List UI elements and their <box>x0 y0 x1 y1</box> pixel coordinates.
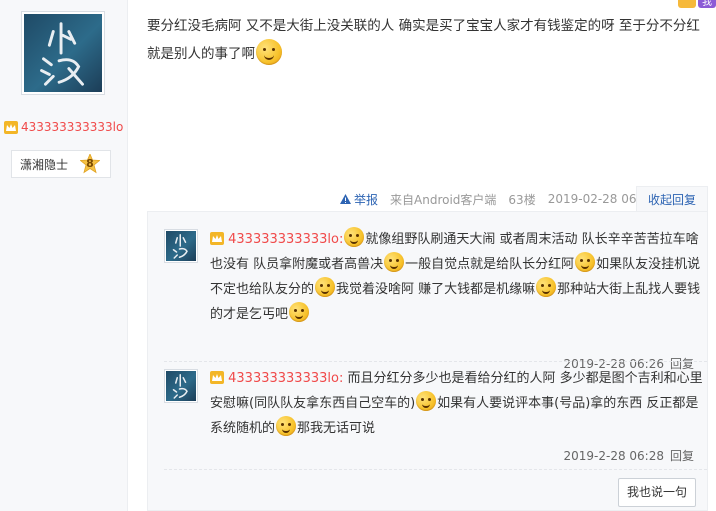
vip-crown-icon <box>210 232 224 245</box>
glasses-emoji-icon <box>575 252 596 272</box>
reply-content: 433333333333lo: 就像组野队刷通天大闹 或者周末活动 队长辛辛苦苦拉… <box>210 227 710 327</box>
top-right-badges: 我 <box>674 0 716 10</box>
post-content: 要分红没毛病阿 又不是大街上没关联的人 确实是买了宝宝人家才有钱鉴定的呀 至于分… <box>147 14 712 67</box>
author-sidebar: 433333333333lo 潇湘隐士 8 <box>0 0 128 511</box>
post-text: 要分红没毛病阿 又不是大街上没关联的人 确实是买了宝宝人家才有钱鉴定的呀 至于分… <box>147 18 700 62</box>
reply-thread: 433333333333lo: 就像组野队刷通天大闹 或者周末活动 队长辛辛苦苦拉… <box>147 211 708 511</box>
collapse-replies-button[interactable]: 收起回复 <box>636 186 708 213</box>
add-reply-button[interactable]: 我也说一句 <box>618 478 696 507</box>
grin-emoji-icon <box>536 277 557 297</box>
reply-avatar[interactable] <box>164 369 198 403</box>
shy-emoji-icon <box>344 227 365 247</box>
gift-icon[interactable] <box>678 0 696 8</box>
reply-divider <box>164 469 707 470</box>
avatar-image <box>166 371 196 401</box>
reply-avatar[interactable] <box>164 229 198 263</box>
post-floor: 63楼 <box>508 192 536 207</box>
calligraphy-avatar-icon <box>40 22 84 86</box>
sneeze-emoji-icon <box>256 39 282 65</box>
smirk-emoji-icon <box>276 416 297 436</box>
reply-username[interactable]: 433333333333lo: <box>228 371 343 386</box>
reply-text: 我觉着没啥阿 赚了大钱都是机缘嘛 <box>336 282 536 297</box>
vip-crown-icon <box>4 120 18 134</box>
warning-icon <box>340 194 351 204</box>
my-badge[interactable]: 我 <box>698 0 716 8</box>
reply-time: 2019-2-28 06:28 <box>563 449 664 463</box>
calligraphy-avatar-icon <box>172 374 188 399</box>
author-avatar[interactable] <box>21 11 105 95</box>
author-username[interactable]: 433333333333lo <box>21 120 123 134</box>
level-number: 8 <box>86 157 94 170</box>
report-link[interactable]: 举报 <box>340 191 378 208</box>
reply-content: 433333333333lo: 而且分红分多少也是看给分红的人阿 多少都是图个吉… <box>210 367 710 441</box>
mask-emoji-icon <box>289 302 310 322</box>
reply-text: 那我无话可说 <box>297 421 376 436</box>
vip-crown-icon <box>210 371 224 384</box>
level-name: 潇湘隐士 <box>20 157 69 172</box>
reply-divider <box>164 361 707 362</box>
post-source: 来自Android客户端 <box>390 192 497 207</box>
report-label: 举报 <box>354 192 379 207</box>
calligraphy-avatar-icon <box>172 234 188 259</box>
reply-button[interactable]: 回复 <box>670 449 694 463</box>
reply-meta: 2019-2-28 06:28 回复 <box>563 447 694 464</box>
smile-emoji-icon <box>315 277 336 297</box>
author-name-row: 433333333333lo <box>4 120 123 134</box>
smirk-emoji-icon <box>384 252 405 272</box>
reply-username[interactable]: 433333333333lo: <box>228 232 343 247</box>
reply-text: 一般自觉点就是给队长分红阿 <box>405 257 575 272</box>
avatar-image <box>24 14 102 92</box>
shy-emoji-icon <box>416 391 437 411</box>
level-badge[interactable]: 潇湘隐士 8 <box>11 150 111 178</box>
avatar-image <box>166 231 196 261</box>
